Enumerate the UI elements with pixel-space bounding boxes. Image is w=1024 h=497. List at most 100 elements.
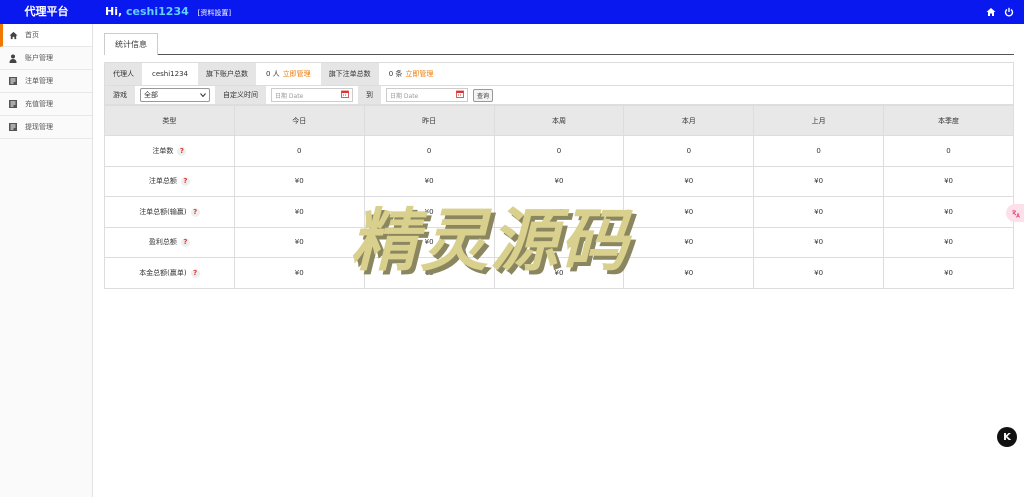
- home-icon: [8, 30, 18, 40]
- col-last-month: 上月: [753, 105, 885, 136]
- row-type-label: 注单总额(输赢): [139, 207, 187, 216]
- game-select[interactable]: 全部: [140, 88, 210, 102]
- col-type: 类型: [104, 105, 235, 136]
- sidebar-item-home[interactable]: 首页: [0, 24, 92, 47]
- filter-bar: 游戏 全部 自定义时间 日期 Date 到 日期 Date 查询: [104, 86, 1014, 105]
- table-row: 盈利总额? ¥0 ¥0 ¥0 ¥0 ¥0 ¥0: [104, 226, 1014, 258]
- brand-title: 代理平台: [24, 5, 69, 18]
- profile-settings-link[interactable]: [资料設置]: [198, 9, 231, 17]
- username: ceshi1234: [126, 5, 189, 18]
- tab-bar: 统计信息: [104, 33, 1014, 55]
- manage-bets-link[interactable]: 立即管理: [405, 69, 433, 79]
- end-date-placeholder: 日期 Date: [390, 92, 419, 100]
- table-cell: ¥0: [753, 257, 885, 289]
- table-cell: ¥0: [623, 257, 755, 289]
- col-this-week: 本周: [493, 105, 625, 136]
- custom-time-label: 自定义时间: [215, 86, 266, 104]
- translate-float-icon[interactable]: [1006, 204, 1024, 222]
- row-type-label: 注单总额: [148, 177, 177, 186]
- sidebar-item-recharge[interactable]: 充值管理: [0, 93, 92, 116]
- table-cell: ¥0: [753, 196, 885, 228]
- table-cell: ¥0: [493, 196, 625, 228]
- end-date-input[interactable]: 日期 Date: [386, 88, 468, 102]
- col-today: 今日: [233, 105, 365, 136]
- start-date-placeholder: 日期 Date: [275, 92, 304, 100]
- table-cell: ¥0: [493, 165, 625, 197]
- sidebar-item-label: 首页: [25, 31, 39, 39]
- table-cell: 0: [753, 135, 885, 167]
- sidebar-item-bets[interactable]: 注单管理: [0, 70, 92, 93]
- power-icon[interactable]: [1004, 7, 1014, 17]
- sidebar-item-withdraw[interactable]: 提现管理: [0, 116, 92, 139]
- table-cell: ¥0: [883, 196, 1014, 228]
- table-cell: ¥0: [493, 226, 625, 258]
- table-cell: 0: [883, 135, 1014, 167]
- calendar-icon[interactable]: [456, 90, 464, 100]
- tab-statistics[interactable]: 统计信息: [104, 33, 158, 55]
- game-select-value: 全部: [144, 91, 158, 99]
- help-icon[interactable]: ?: [180, 177, 190, 187]
- table-cell: ¥0: [753, 226, 885, 258]
- agent-value: ceshi1234: [152, 70, 188, 78]
- table-row: 注单总额? ¥0 ¥0 ¥0 ¥0 ¥0 ¥0: [104, 165, 1014, 197]
- table-cell: ¥0: [623, 226, 755, 258]
- col-this-quarter: 本季度: [883, 105, 1014, 136]
- table-cell: ¥0: [233, 257, 365, 289]
- col-yesterday: 昨日: [363, 105, 495, 136]
- list-icon: [8, 122, 18, 132]
- table-cell: ¥0: [363, 196, 495, 228]
- sidebar: 首页 账户管理 注单管理 充值管理 提现管理: [0, 24, 93, 497]
- help-icon[interactable]: ?: [190, 268, 200, 278]
- list-icon: [8, 76, 18, 86]
- table-row: 注单数? 0 0 0 0 0 0: [104, 135, 1014, 167]
- start-date-input[interactable]: 日期 Date: [271, 88, 353, 102]
- game-label: 游戏: [105, 86, 135, 104]
- table-cell: ¥0: [753, 165, 885, 197]
- sidebar-item-label: 充值管理: [25, 100, 53, 108]
- bets-total-value: 0 条: [388, 70, 403, 78]
- table-cell: 0: [493, 135, 625, 167]
- main-content: 统计信息 代理人 ceshi1234 旗下账户总数 0 人 立即管理 旗下注单总…: [104, 33, 1014, 289]
- stats-table: 类型 今日 昨日 本周 本月 上月 本季度 注单数? 0 0 0 0 0 0 注…: [104, 105, 1014, 289]
- sidebar-item-label: 账户管理: [25, 54, 53, 62]
- summary-bar: 代理人 ceshi1234 旗下账户总数 0 人 立即管理 旗下注单总数 0 条…: [104, 62, 1014, 86]
- row-type: 注单总额(输赢)?: [104, 196, 235, 228]
- help-icon[interactable]: ?: [177, 146, 187, 156]
- table-cell: 0: [363, 135, 495, 167]
- to-label: 到: [358, 86, 381, 104]
- row-type: 注单数?: [104, 135, 235, 167]
- search-button[interactable]: 查询: [473, 88, 494, 102]
- greeting: Hi, ceshi1234 [资料設置]: [105, 0, 231, 24]
- manage-accounts-link[interactable]: 立即管理: [283, 69, 311, 79]
- sidebar-item-accounts[interactable]: 账户管理: [0, 47, 92, 70]
- row-type-label: 盈利总额: [148, 238, 177, 247]
- table-cell: ¥0: [623, 165, 755, 197]
- list-icon: [8, 99, 18, 109]
- table-cell: ¥0: [493, 257, 625, 289]
- table-cell: ¥0: [883, 226, 1014, 258]
- calendar-icon[interactable]: [341, 90, 349, 100]
- row-type: 盈利总额?: [104, 226, 235, 258]
- table-cell: ¥0: [883, 257, 1014, 289]
- greeting-prefix: Hi,: [105, 5, 123, 18]
- bets-total-label: 旗下注单总数: [320, 63, 379, 85]
- home-icon[interactable]: [986, 7, 996, 17]
- bets-total: 0 条 立即管理: [379, 63, 444, 85]
- row-type: 本金总额(赢单)?: [104, 257, 235, 289]
- table-cell: 0: [233, 135, 365, 167]
- top-bar: 代理平台 Hi, ceshi1234 [资料設置]: [0, 0, 1024, 24]
- sidebar-item-label: 注单管理: [25, 77, 53, 85]
- agent-label: 代理人: [105, 63, 142, 85]
- table-cell: ¥0: [883, 165, 1014, 197]
- table-row: 本金总额(赢单)? ¥0 ¥0 ¥0 ¥0 ¥0 ¥0: [104, 257, 1014, 289]
- row-type: 注单总额?: [104, 165, 235, 197]
- help-icon[interactable]: ?: [180, 238, 190, 248]
- chevron-down-icon: [200, 91, 206, 99]
- table-cell: ¥0: [623, 196, 755, 228]
- accounts-total-label: 旗下账户总数: [198, 63, 256, 85]
- assistant-float-button[interactable]: K: [997, 427, 1017, 447]
- user-icon: [8, 53, 18, 63]
- accounts-total-value: 0 人: [266, 70, 280, 78]
- help-icon[interactable]: ?: [190, 207, 200, 217]
- row-type-label: 注单数: [152, 146, 174, 155]
